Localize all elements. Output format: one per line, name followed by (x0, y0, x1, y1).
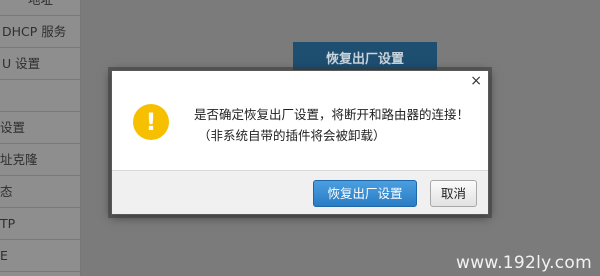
sidebar-item[interactable] (0, 80, 80, 112)
sidebar-item[interactable]: 态 (0, 176, 80, 208)
watermark: www.192ly.com (456, 253, 592, 273)
dialog-message: 是否确定恢复出厂设置，将断开和路由器的连接！ (194, 107, 470, 122)
sidebar-item-label: U 设置 (2, 56, 41, 71)
warning-icon: ! (133, 104, 169, 140)
sidebar-item-label: 态 (0, 184, 13, 199)
sidebar-item-label: 地址 (28, 0, 53, 7)
sidebar-item[interactable]: TP (0, 208, 80, 240)
close-icon[interactable]: × (470, 73, 482, 89)
sidebar-item[interactable]: DHCP 服务 (0, 16, 80, 48)
cancel-button[interactable]: 取消 (430, 180, 477, 207)
sidebar: 地址 DHCP 服务 U 设置 设置 址克隆 态 TP E (0, 0, 81, 276)
sidebar-item-label: 设置 (0, 120, 26, 135)
dialog-footer: 恢复出厂设置 取消 (112, 170, 488, 214)
sidebar-item-label: 址克隆 (0, 152, 38, 167)
dialog-note: （非系统自带的插件将会被卸载） (198, 128, 386, 143)
sidebar-item[interactable]: 址克隆 (0, 144, 80, 176)
sidebar-item[interactable]: U 设置 (0, 48, 80, 80)
sidebar-item[interactable]: E (0, 240, 80, 272)
sidebar-item-label: TP (0, 216, 16, 231)
sidebar-item[interactable]: 地址 (0, 0, 80, 16)
sidebar-item-label: DHCP 服务 (2, 24, 67, 39)
confirm-dialog: × ! 是否确定恢复出厂设置，将断开和路由器的连接！ （非系统自带的插件将会被卸… (111, 70, 489, 215)
sidebar-item-label: E (0, 248, 8, 263)
sidebar-item[interactable]: 设置 (0, 112, 80, 144)
confirm-reset-button[interactable]: 恢复出厂设置 (313, 180, 417, 207)
